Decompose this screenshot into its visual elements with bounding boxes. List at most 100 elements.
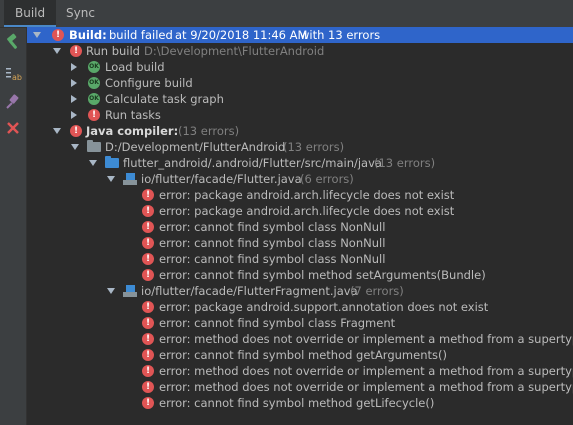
tree-row-project[interactable]: D:/Development/FlutterAndroid (13 errors… (27, 139, 573, 155)
side-toolbar: ab (0, 28, 27, 425)
error-icon: ! (142, 317, 154, 329)
error-icon: ! (70, 125, 82, 137)
file-count: (7 errors) (350, 284, 404, 298)
error-icon: ! (70, 45, 82, 57)
tool-window-tabbar: Build Sync (0, 0, 573, 28)
error-icon: ! (142, 365, 154, 377)
error-icon: ! (142, 237, 154, 249)
tree-row-error[interactable]: ! error: package android.support.annotat… (27, 299, 573, 315)
task-label: Run tasks (105, 108, 161, 122)
project-label: D:/Development/FlutterAndroid (105, 140, 286, 154)
error-message: error: cannot find symbol method getLife… (159, 396, 435, 410)
java-compiler-label: Java compiler: (86, 124, 179, 138)
error-icon: ! (142, 397, 154, 409)
error-message: error: cannot find symbol method getArgu… (159, 348, 447, 362)
error-message: error: cannot find symbol class NonNull (159, 220, 386, 234)
error-message: error: method does not override or imple… (159, 332, 573, 346)
tree-row-task[interactable]: ! Run tasks (27, 107, 573, 123)
error-icon: ! (142, 349, 154, 361)
chevron-right-icon[interactable] (71, 111, 77, 119)
tree-row-java-compiler[interactable]: ! Java compiler: (13 errors) (27, 123, 573, 139)
java-file-icon (123, 285, 137, 297)
tab-build[interactable]: Build (4, 0, 57, 27)
tree-row-build-root[interactable]: ! Build: build failed at 9/20/2018 11:46… (27, 27, 573, 43)
error-icon: ! (88, 109, 100, 121)
source-root-count: (13 errors) (374, 156, 436, 170)
task-label: Load build (105, 60, 165, 74)
build-label: Build: (69, 28, 107, 42)
chevron-right-icon[interactable] (71, 79, 77, 87)
error-icon: ! (142, 205, 154, 217)
tree-row-error[interactable]: ! error: cannot find symbol method setAr… (27, 267, 573, 283)
tree-row-source-root[interactable]: flutter_android/.android/Flutter/src/mai… (27, 155, 573, 171)
tree-row-error[interactable]: ! error: cannot find symbol method getAr… (27, 347, 573, 363)
error-message: error: cannot find symbol class NonNull (159, 252, 386, 266)
chevron-right-icon[interactable] (71, 95, 77, 103)
ok-icon: OK (88, 61, 100, 73)
tree-row-error[interactable]: ! error: cannot find symbol class NonNul… (27, 219, 573, 235)
chevron-down-icon[interactable] (53, 128, 61, 134)
chevron-right-icon[interactable] (71, 63, 77, 71)
tab-sync[interactable]: Sync (55, 0, 106, 27)
error-message: error: package android.arch.lifecycle do… (159, 188, 455, 202)
source-folder-icon (105, 156, 119, 168)
error-message: error: method does not override or imple… (159, 364, 573, 378)
error-message: error: cannot find symbol method setArgu… (159, 268, 486, 282)
hammer-icon[interactable] (3, 32, 23, 52)
error-icon: ! (142, 189, 154, 201)
tree-row-error[interactable]: ! error: package android.arch.lifecycle … (27, 187, 573, 203)
filter-icon[interactable]: ab (3, 64, 23, 84)
error-icon: ! (52, 29, 64, 41)
error-icon: ! (142, 381, 154, 393)
error-icon: ! (142, 333, 154, 345)
folder-icon (87, 140, 101, 152)
task-label: Configure build (105, 76, 193, 90)
svg-text:ab: ab (12, 73, 22, 82)
chevron-down-icon[interactable] (89, 160, 97, 166)
build-status: build failed (109, 28, 173, 42)
pin-icon[interactable] (3, 92, 23, 112)
tree-row-file[interactable]: io/flutter/facade/FlutterFragment.java (… (27, 283, 573, 299)
ok-icon: OK (88, 93, 100, 105)
chevron-down-icon[interactable] (33, 32, 41, 38)
java-compiler-count: (13 errors) (178, 124, 240, 138)
task-label: Calculate task graph (105, 92, 224, 106)
tree-row-error[interactable]: ! error: package android.arch.lifecycle … (27, 203, 573, 219)
project-count: (13 errors) (283, 140, 345, 154)
tree-row-task[interactable]: OK Calculate task graph (27, 91, 573, 107)
chevron-down-icon[interactable] (107, 176, 115, 182)
tree-row-error[interactable]: ! error: method does not override or imp… (27, 379, 573, 395)
error-icon: ! (142, 301, 154, 313)
file-count: (6 errors) (300, 172, 354, 186)
chevron-down-icon[interactable] (53, 48, 61, 54)
error-icon: ! (142, 253, 154, 265)
file-label: io/flutter/facade/FlutterFragment.java (141, 284, 358, 298)
tree-row-file[interactable]: io/flutter/facade/Flutter.java (6 errors… (27, 171, 573, 187)
close-icon[interactable] (3, 118, 23, 138)
error-message: error: package android.support.annotatio… (159, 300, 489, 314)
tree-row-run-build[interactable]: ! Run build D:\Development\FlutterAndroi… (27, 43, 573, 59)
tree-row-task[interactable]: OK Load build (27, 59, 573, 75)
run-build-label: Run build (86, 44, 140, 58)
source-root-label: flutter_android/.android/Flutter/src/mai… (123, 156, 382, 170)
tree-row-error[interactable]: ! error: method does not override or imp… (27, 331, 573, 347)
error-message: error: package android.arch.lifecycle do… (159, 204, 455, 218)
build-time: at 9/20/2018 11:46 AM (175, 28, 308, 42)
tree-row-error[interactable]: ! error: cannot find symbol class NonNul… (27, 235, 573, 251)
error-icon: ! (142, 221, 154, 233)
build-output-tree: ! Build: build failed at 9/20/2018 11:46… (27, 27, 573, 425)
ok-icon: OK (88, 77, 100, 89)
tree-row-error[interactable]: ! error: method does not override or imp… (27, 363, 573, 379)
tree-row-error[interactable]: ! error: cannot find symbol method getLi… (27, 395, 573, 411)
tree-row-task[interactable]: OK Configure build (27, 75, 573, 91)
tree-row-error[interactable]: ! error: cannot find symbol class NonNul… (27, 251, 573, 267)
error-message: error: cannot find symbol class NonNull (159, 236, 386, 250)
build-summary: with 13 errors (300, 28, 381, 42)
tree-row-error[interactable]: ! error: cannot find symbol class Fragme… (27, 315, 573, 331)
error-icon: ! (142, 269, 154, 281)
chevron-down-icon[interactable] (71, 144, 79, 150)
error-message: error: cannot find symbol class Fragment (159, 316, 396, 330)
run-build-path: D:\Development\FlutterAndroid (144, 44, 325, 58)
java-file-icon (123, 173, 137, 185)
chevron-down-icon[interactable] (107, 288, 115, 294)
